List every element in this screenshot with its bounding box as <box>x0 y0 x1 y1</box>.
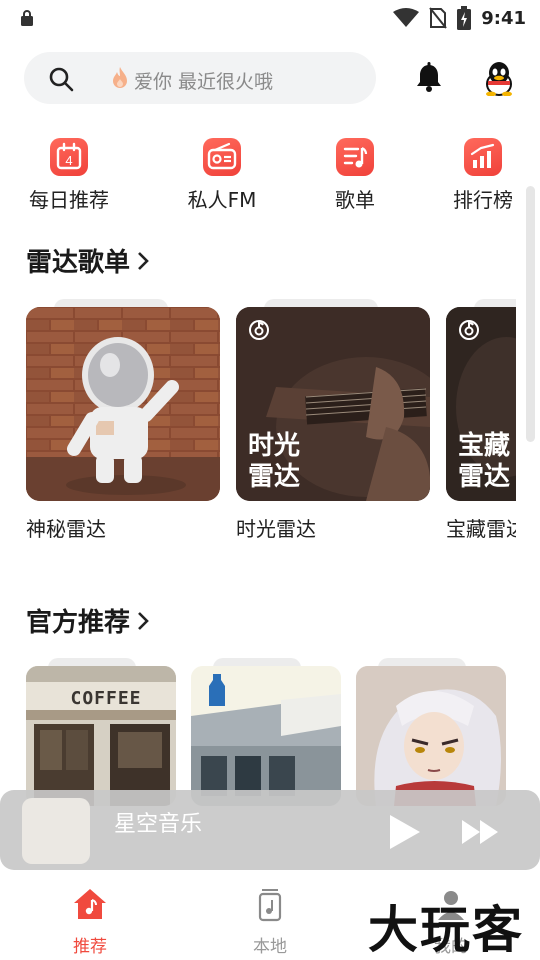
official-cover-1: COFFEE <box>26 666 176 806</box>
netease-logo-icon <box>459 320 479 340</box>
radar-cover-treasure: 宝藏 雷达 <box>446 307 516 501</box>
calendar-icon: 4 <box>50 138 88 176</box>
chevron-right-icon <box>138 251 149 270</box>
now-playing-cover <box>22 798 90 864</box>
quick-nav-charts[interactable]: 排行榜 <box>428 136 538 216</box>
section-title-official[interactable]: 官方推荐 <box>26 602 150 639</box>
scrollbar[interactable] <box>526 186 535 442</box>
play-icon[interactable] <box>384 812 424 852</box>
radar-card-time[interactable]: 时光 雷达 时光雷达 <box>236 299 430 547</box>
next-track-icon[interactable] <box>460 818 502 846</box>
now-playing-title: 星空音乐 <box>114 812 203 837</box>
tab-label: 本地 <box>253 937 287 957</box>
radar-card-clip: 宝藏 雷达 宝藏雷达 <box>446 299 516 559</box>
flame-icon <box>113 67 127 88</box>
radar-cover-mystery <box>26 307 220 501</box>
tab-label: 推荐 <box>73 937 107 957</box>
watermark: 大玩客 <box>368 900 524 959</box>
official-cover-3 <box>356 666 506 806</box>
section-title-radar[interactable]: 雷达歌单 <box>26 242 150 279</box>
quick-nav-daily[interactable]: 4 每日推荐 <box>14 136 124 216</box>
section-title-text: 雷达歌单 <box>26 248 131 278</box>
cover-title-line1: 时光 <box>248 431 301 461</box>
radar-cover-title: 宝藏 雷达 <box>458 431 510 493</box>
cover-title-line2: 雷达 <box>458 462 511 492</box>
radar-cover-time: 时光 雷达 <box>236 307 430 501</box>
search-icon <box>49 67 74 92</box>
quick-nav-label: 歌单 <box>335 188 375 212</box>
status-right: 9:41 <box>393 6 526 30</box>
quick-nav-fm[interactable]: 私人FM <box>167 136 277 216</box>
quick-nav-playlist[interactable]: 歌单 <box>300 136 410 216</box>
no-sim-icon <box>429 7 447 29</box>
coffee-sign: COFFEE <box>70 688 141 709</box>
official-cover-2 <box>191 666 341 806</box>
radar-card-treasure[interactable]: 宝藏 雷达 宝藏雷达 <box>446 299 516 547</box>
quick-nav: 4 每日推荐 私人FM 歌单 排行榜 <box>0 136 520 216</box>
radar-card-name: 时光雷达 <box>236 517 316 541</box>
search-placeholder: 爱你 最近很火哦 <box>134 71 274 93</box>
radar-card-name: 宝藏雷达 <box>446 517 516 541</box>
quick-nav-label: 私人FM <box>187 188 257 212</box>
section-title-text: 官方推荐 <box>26 608 131 638</box>
chevron-right-icon <box>138 611 149 630</box>
wifi-icon <box>393 8 420 27</box>
local-music-icon <box>258 889 282 922</box>
tab-recommend[interactable]: 推荐 <box>45 880 135 957</box>
netease-logo-icon <box>249 320 269 340</box>
astronaut-image <box>26 307 220 501</box>
radar-cover-title: 时光 雷达 <box>248 431 300 493</box>
home-icon <box>74 889 106 919</box>
quick-nav-label: 每日推荐 <box>29 188 109 212</box>
avatar[interactable] <box>482 60 516 96</box>
cover-title-line1: 宝藏 <box>458 431 511 461</box>
radio-icon <box>203 138 241 176</box>
playlist-icon <box>336 138 374 176</box>
battery-icon <box>457 6 472 30</box>
status-bar: 9:41 <box>0 0 540 36</box>
radar-card-name: 神秘雷达 <box>26 517 106 541</box>
clock: 9:41 <box>481 7 526 29</box>
anime-character-image <box>356 666 506 806</box>
chart-icon <box>464 138 502 176</box>
mini-player[interactable]: 星空音乐 <box>0 790 540 870</box>
lock-icon <box>21 10 33 26</box>
coffee-shop-image: COFFEE <box>26 666 176 806</box>
cover-title-line2: 雷达 <box>248 462 301 492</box>
tab-local[interactable]: 本地 <box>225 880 315 957</box>
quick-nav-label: 排行榜 <box>453 188 513 212</box>
calendar-day: 4 <box>65 153 72 168</box>
radar-card-mystery[interactable]: 神秘雷达 <box>26 299 220 547</box>
building-image <box>191 666 341 806</box>
bell-icon[interactable] <box>414 62 444 94</box>
search-input[interactable]: 爱你 最近很火哦 <box>24 52 376 104</box>
